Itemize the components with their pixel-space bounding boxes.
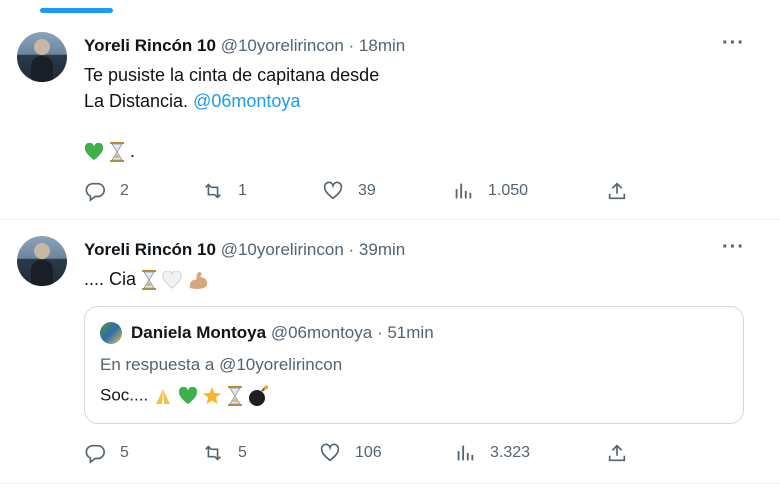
reply-icon [85,444,105,464]
separator-dot: · [376,323,383,342]
quote-timestamp[interactable]: 51min [387,323,433,342]
green-heart-emoji-icon [178,387,197,405]
folded-hands-emoji-icon [155,389,170,404]
author-name[interactable]: Yoreli Rincón 10 [84,36,216,55]
views-icon [455,183,472,199]
like-button[interactable]: 106 [319,442,382,464]
quote-author-handle[interactable]: @06montoya [271,323,372,342]
glowing-star-emoji-icon [203,387,222,404]
green-heart-emoji-icon [84,143,104,161]
hourglass-emoji-icon [228,386,243,406]
tweet-text-line: Te pusiste la cinta de capitana desde [84,65,380,85]
reply-count: 5 [120,444,129,461]
retweet-icon [205,445,221,461]
active-tab-indicator [40,8,113,13]
quote-avatar[interactable] [100,322,122,344]
retweet-icon [205,183,221,199]
quote-reply-to: En respuesta a @10yorelirincon [100,355,343,374]
like-button[interactable]: 39 [322,180,376,202]
quoted-tweet[interactable]: Daniela Montoya @06montoya · 51min En re… [84,306,744,424]
like-count: 39 [358,182,376,199]
divider [0,219,780,220]
views-icon [457,445,474,461]
like-count: 106 [355,444,382,461]
tweet-header: Yoreli Rincón 10 @10yorelirincon · 18min [84,36,405,56]
quote-author-name[interactable]: Daniela Montoya [131,323,266,342]
tweet-emoji-line: . [84,138,135,164]
reply-count: 2 [120,182,129,199]
mention-link[interactable]: @06montoya [193,91,300,111]
tweet-text: Te pusiste la cinta de capitana desde La… [84,62,379,114]
share-icon [608,444,626,462]
share-button[interactable] [606,180,642,202]
timestamp[interactable]: 18min [359,36,405,55]
share-icon [608,182,626,200]
tweet-actions: 5 5 106 3.323 [84,442,644,466]
tweet-text-line: La Distancia. [84,91,189,111]
more-icon[interactable]: ··· [722,32,745,55]
views-button[interactable]: 3.323 [454,442,530,464]
separator-dot: · [348,36,355,55]
views-count: 1.050 [488,182,529,199]
avatar[interactable] [17,236,67,286]
author-handle[interactable]: @10yorelirincon [221,36,344,55]
reply-icon [85,182,105,202]
avatar[interactable] [17,32,67,82]
separator-dot: · [348,240,355,259]
hourglass-emoji-icon [142,270,157,291]
more-icon[interactable]: ··· [722,236,745,259]
divider [0,483,780,484]
views-button[interactable]: 1.050 [452,180,528,202]
white-heart-emoji-icon [162,271,182,289]
retweet-button[interactable]: 1 [202,180,247,202]
retweet-button[interactable]: 5 [202,442,247,464]
like-icon [320,443,340,462]
reply-button[interactable]: 5 [84,442,129,464]
retweet-count: 5 [238,444,247,461]
hourglass-emoji-icon [110,142,125,163]
quote-text-line: Soc.... [100,385,149,405]
reply-button[interactable]: 2 [84,180,129,202]
views-count: 3.323 [490,444,531,461]
quote-text: Soc.... [100,385,270,407]
share-button[interactable] [606,442,642,464]
bomb-emoji-icon [248,385,268,406]
quote-header: Daniela Montoya @06montoya · 51min [131,323,434,343]
tweet-actions: 2 1 39 1.050 [84,180,644,204]
timestamp[interactable]: 39min [359,240,405,259]
tweet-text: .... Cia [84,266,209,292]
like-icon [323,181,343,200]
tweet-text-line: .... Cia [84,269,137,289]
tweet-text-suffix: . [130,141,136,161]
retweet-count: 1 [238,182,247,199]
author-handle[interactable]: @10yorelirincon [221,240,344,259]
tweet-header: Yoreli Rincón 10 @10yorelirincon · 39min [84,240,405,260]
flexed-biceps-emoji-icon [189,272,208,290]
author-name[interactable]: Yoreli Rincón 10 [84,240,216,259]
